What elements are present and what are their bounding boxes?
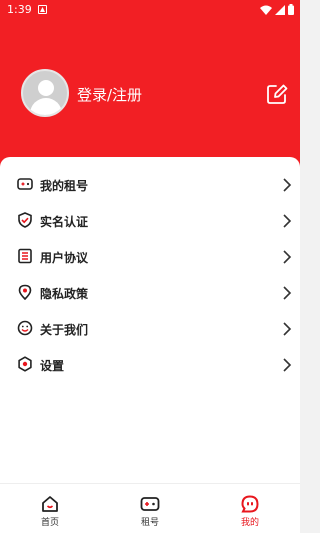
gear-icon: [18, 356, 32, 372]
bottom-tab-bar: 首页 租号 我的: [0, 483, 300, 533]
gamepad-icon: [17, 178, 33, 190]
avatar[interactable]: [21, 69, 69, 117]
chevron-right-icon: [283, 250, 292, 264]
menu-item-real-name[interactable]: 实名认证: [0, 203, 300, 239]
gamepad-icon: [140, 497, 160, 511]
menu-label: 关于我们: [40, 323, 89, 337]
menu-label: 隐私政策: [40, 287, 89, 301]
shield-check-icon: [18, 212, 32, 228]
menu-label: 设置: [40, 359, 65, 373]
menu-label: 用户协议: [40, 251, 89, 265]
profile-chat-icon: [241, 495, 259, 513]
menu-item-user-agreement[interactable]: 用户协议: [0, 239, 300, 275]
tab-home[interactable]: 首页: [0, 484, 100, 533]
chevron-right-icon: [283, 358, 292, 372]
status-time: 1:39: [7, 3, 32, 16]
tab-label: 租号: [140, 518, 159, 528]
tab-mine[interactable]: 我的: [200, 484, 300, 533]
chevron-right-icon: [283, 286, 292, 300]
battery-icon: [288, 4, 294, 15]
wifi-icon: [260, 5, 272, 15]
login-register-link[interactable]: 登录/注册: [77, 84, 142, 105]
menu-label: 实名认证: [40, 215, 89, 229]
status-bar: 1:39: [0, 0, 300, 20]
tab-label: 我的: [240, 518, 259, 528]
status-icons: [260, 4, 294, 15]
tab-rent[interactable]: 租号: [100, 484, 200, 533]
tab-label: 首页: [40, 518, 59, 528]
home-icon: [42, 496, 58, 512]
document-list-icon: [18, 248, 32, 264]
edit-icon[interactable]: [266, 83, 288, 105]
chevron-right-icon: [283, 322, 292, 336]
smiley-icon: [17, 320, 33, 336]
chevron-right-icon: [283, 178, 292, 192]
menu-label: 我的租号: [40, 179, 89, 193]
menu-item-about-us[interactable]: 关于我们: [0, 311, 300, 347]
menu-card: 我的租号 实名认证 用户协议 隐私政策 关于我们 设置: [0, 157, 300, 483]
notification-icon: [38, 5, 47, 14]
profile-header: 1:39 登录/注册: [0, 0, 300, 175]
menu-item-privacy-policy[interactable]: 隐私政策: [0, 275, 300, 311]
chevron-right-icon: [283, 214, 292, 228]
signal-icon: [275, 4, 285, 15]
privacy-pin-icon: [18, 284, 32, 300]
menu-item-settings[interactable]: 设置: [0, 347, 300, 383]
menu-item-my-rentals[interactable]: 我的租号: [0, 167, 300, 203]
